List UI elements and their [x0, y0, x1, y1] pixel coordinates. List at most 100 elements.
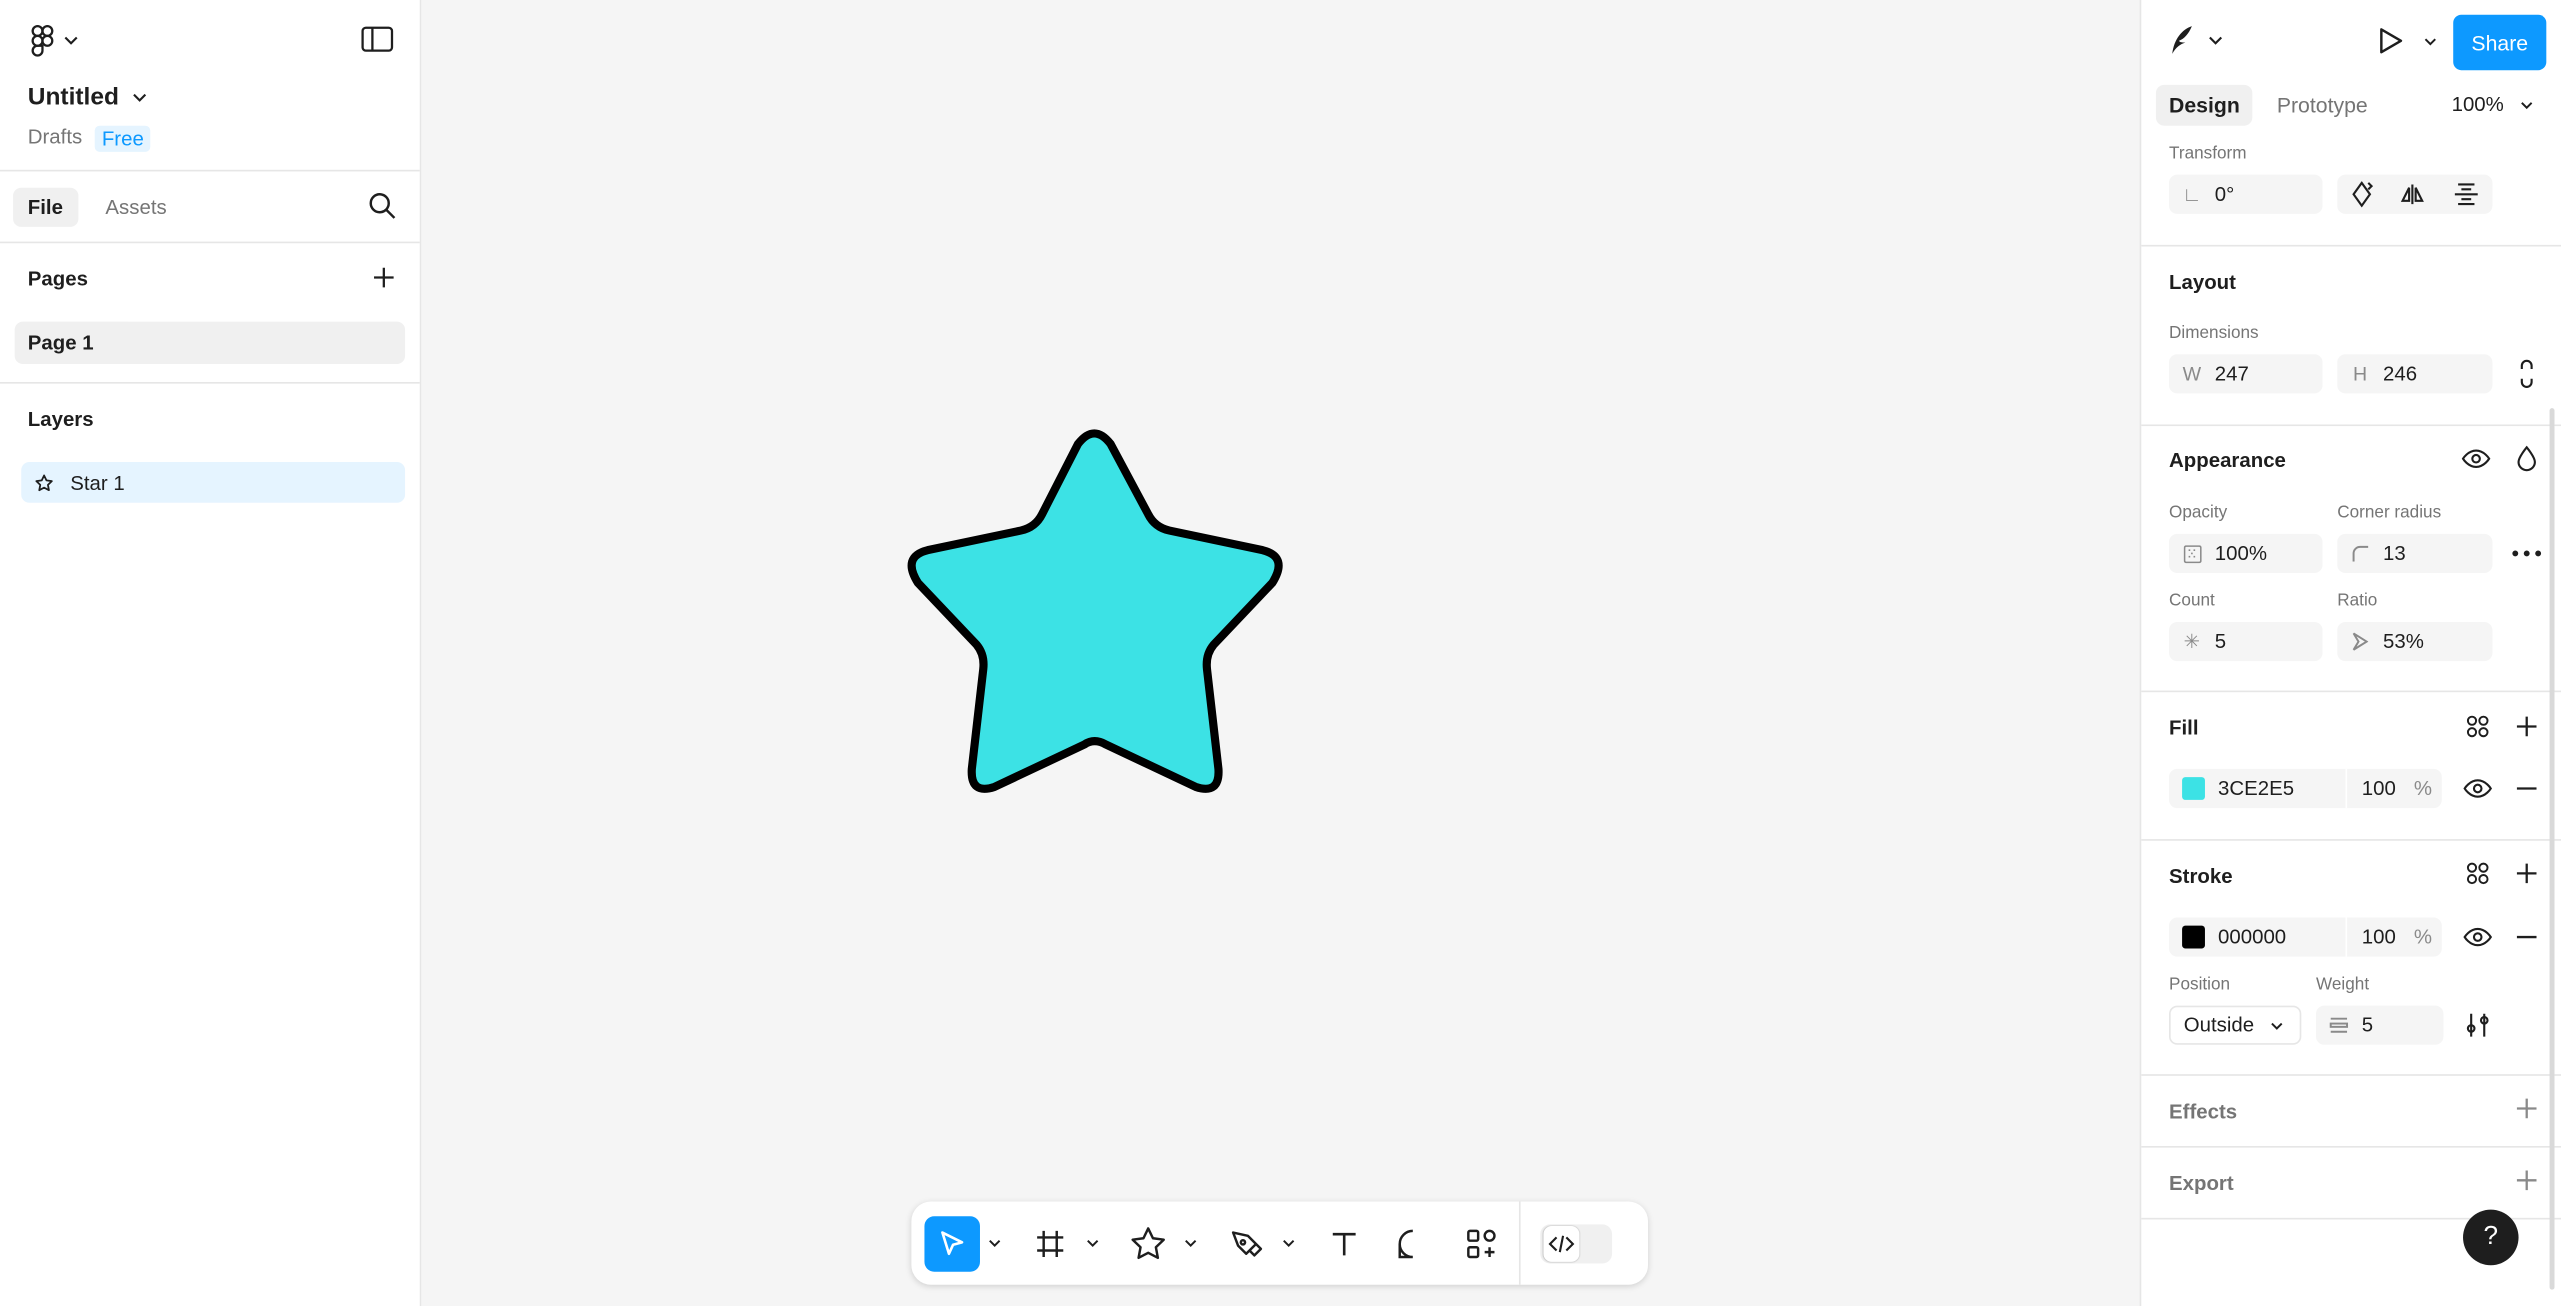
transform-title: Transform [2169, 143, 2247, 164]
add-page-icon[interactable] [371, 264, 397, 290]
file-name: Untitled [27, 83, 119, 112]
remove-stroke-icon[interactable] [2507, 917, 2546, 956]
angle-icon: ∟ [2182, 182, 2202, 206]
more-options-icon[interactable] [2507, 534, 2546, 573]
pen-tool[interactable] [1218, 1215, 1274, 1271]
corner-radius-icon [2350, 545, 2370, 562]
count-input[interactable]: ✳ 5 [2169, 621, 2323, 662]
chevron-down-icon [1185, 1240, 1197, 1247]
help-button[interactable]: ? [2463, 1209, 2519, 1266]
tab-file[interactable]: File [13, 186, 78, 227]
canvas[interactable] [421, 0, 2140, 1306]
star-icon [35, 473, 53, 491]
file-meta: Drafts Free [28, 125, 151, 152]
stroke-swatch[interactable] [2182, 925, 2205, 949]
stroke-hex: 000000 [2218, 925, 2287, 949]
tab-design[interactable]: Design [2155, 84, 2253, 126]
fill-percent: % [2413, 777, 2432, 800]
zoom-value: 100% [2451, 93, 2504, 116]
flip-horizontal-icon[interactable] [2400, 183, 2426, 206]
rotate-icon[interactable] [2351, 181, 2374, 208]
page-item[interactable]: Page 1 [14, 321, 406, 365]
effects-title: Effects [2169, 1100, 2238, 1124]
pen-icon [1231, 1230, 1263, 1256]
stroke-color-input[interactable]: 000000 100 % [2169, 917, 2442, 957]
stroke-weight-label: Weight [2316, 974, 2370, 995]
star-shape[interactable] [895, 416, 1295, 800]
blend-mode-icon[interactable] [2507, 439, 2546, 478]
frame-tool[interactable] [1022, 1215, 1078, 1271]
bottom-toolbar [911, 1201, 1648, 1285]
tab-prototype[interactable]: Prototype [2264, 85, 2381, 126]
chevron-down-icon [2521, 102, 2533, 110]
layer-item[interactable]: Star 1 [21, 461, 406, 503]
toolbar-divider [1518, 1201, 1521, 1285]
actions-tool[interactable] [1454, 1215, 1510, 1271]
play-icon [2380, 28, 2403, 54]
app: Untitled Drafts Free File Assets Pages P… [0, 0, 2561, 1306]
divider [2141, 1146, 2561, 1148]
stroke-title: Stroke [2169, 865, 2233, 889]
tab-assets[interactable]: Assets [91, 187, 182, 226]
search-icon[interactable] [367, 191, 396, 220]
width-input[interactable]: W 247 [2169, 354, 2323, 394]
main-menu-button[interactable] [28, 24, 79, 57]
stroke-percent: % [2413, 925, 2432, 949]
dev-mode-toggle[interactable] [1540, 1223, 1613, 1263]
eye-icon[interactable] [2456, 439, 2495, 478]
transform-actions [2337, 174, 2493, 214]
comment-tool[interactable] [1385, 1215, 1441, 1271]
shape-tool-dropdown[interactable] [1176, 1215, 1205, 1271]
fill-swatch[interactable] [2182, 777, 2205, 800]
eye-icon[interactable] [2458, 769, 2497, 808]
ratio-icon [2350, 632, 2370, 652]
corner-radius-input[interactable]: 13 [2337, 533, 2493, 574]
add-export-icon[interactable] [2507, 1161, 2546, 1200]
file-header: Untitled Drafts Free [0, 0, 420, 172]
add-stroke-icon[interactable] [2507, 854, 2546, 893]
pen-tool-dropdown[interactable] [1274, 1215, 1303, 1271]
zoom-dropdown[interactable]: 100% [2452, 93, 2534, 116]
styles-grid-icon[interactable] [2458, 854, 2497, 893]
present-button[interactable] [2378, 26, 2437, 55]
chevron-down-icon [2424, 37, 2436, 45]
file-location[interactable]: Drafts [28, 126, 82, 152]
text-icon [1332, 1232, 1356, 1255]
quill-icon [2172, 26, 2192, 54]
add-fill-icon[interactable] [2507, 707, 2546, 746]
sidebar-toggle-icon[interactable] [361, 26, 394, 55]
field-separator [2345, 917, 2348, 957]
stroke-settings-icon[interactable] [2458, 1006, 2497, 1045]
add-effect-icon[interactable] [2507, 1089, 2546, 1128]
move-tool-dropdown[interactable] [980, 1215, 1009, 1271]
fill-color-input[interactable]: 3CE2E5 100 % [2169, 768, 2442, 809]
chevron-down-icon [2209, 36, 2223, 45]
scrollbar[interactable] [2549, 408, 2555, 1290]
file-title[interactable]: Untitled [28, 83, 147, 111]
draw-mode-button[interactable] [2169, 24, 2223, 57]
corner-radius-value: 13 [2382, 541, 2406, 565]
dev-mode-knob [1543, 1225, 1580, 1262]
left-panel: Untitled Drafts Free File Assets Pages P… [0, 0, 422, 1306]
width-value: 247 [2214, 362, 2249, 386]
move-tool[interactable] [924, 1215, 980, 1271]
constrain-proportions-icon[interactable] [2507, 354, 2546, 393]
stroke-position-select[interactable]: Outside [2169, 1005, 2302, 1045]
height-value: 246 [2382, 362, 2418, 386]
right-panel: Share Design Prototype 100% Transform ∟ … [2139, 0, 2561, 1306]
opacity-input[interactable]: 100% [2169, 533, 2323, 574]
flip-vertical-icon[interactable] [2453, 183, 2479, 206]
chevron-down-icon [1087, 1240, 1099, 1247]
rotation-input[interactable]: ∟ 0° [2169, 174, 2323, 214]
eye-icon[interactable] [2458, 917, 2497, 956]
text-tool[interactable] [1316, 1215, 1372, 1271]
stroke-weight-input[interactable]: 5 [2316, 1005, 2444, 1045]
opacity-value: 100% [2214, 541, 2267, 565]
frame-tool-dropdown[interactable] [1078, 1215, 1107, 1271]
ratio-input[interactable]: 53% [2337, 621, 2493, 662]
height-input[interactable]: H 246 [2337, 354, 2493, 394]
styles-grid-icon[interactable] [2458, 707, 2497, 746]
shape-tool[interactable] [1120, 1215, 1176, 1271]
share-button[interactable]: Share [2453, 14, 2547, 71]
remove-fill-icon[interactable] [2507, 769, 2546, 808]
